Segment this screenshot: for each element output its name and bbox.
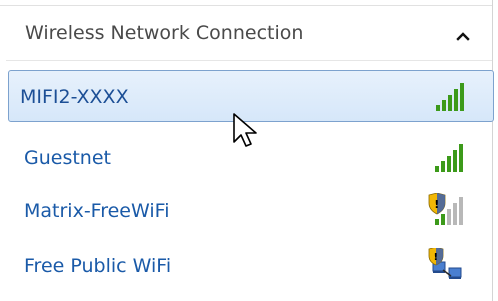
header-divider [6,60,492,61]
network-name: Free Public WiFi [24,255,172,277]
signal-bars-shield-icon: ! [428,193,463,225]
panel-top-edge [0,0,492,6]
wireless-network-panel: Wireless Network Connection MIFI2-XXXX G… [0,0,498,301]
signal-bars-icon [435,144,463,172]
network-name: MIFI2-XXXX [20,86,129,108]
mouse-cursor-icon [233,113,257,147]
network-name: Matrix-FreeWiFi [24,200,170,222]
svg-text:!: ! [434,252,439,263]
section-header[interactable]: Wireless Network Connection [6,8,490,60]
section-title: Wireless Network Connection [25,22,304,44]
svg-text:!: ! [434,198,439,211]
adhoc-network-shield-icon: ! [428,248,462,279]
network-item-matrix-freewifi[interactable]: Matrix-FreeWiFi ! [8,185,494,237]
network-item-free-public-wifi[interactable]: Free Public WiFi ! [8,240,494,292]
network-name: Guestnet [24,147,111,169]
chevron-up-icon[interactable] [451,24,475,48]
signal-bars-icon [436,83,464,111]
